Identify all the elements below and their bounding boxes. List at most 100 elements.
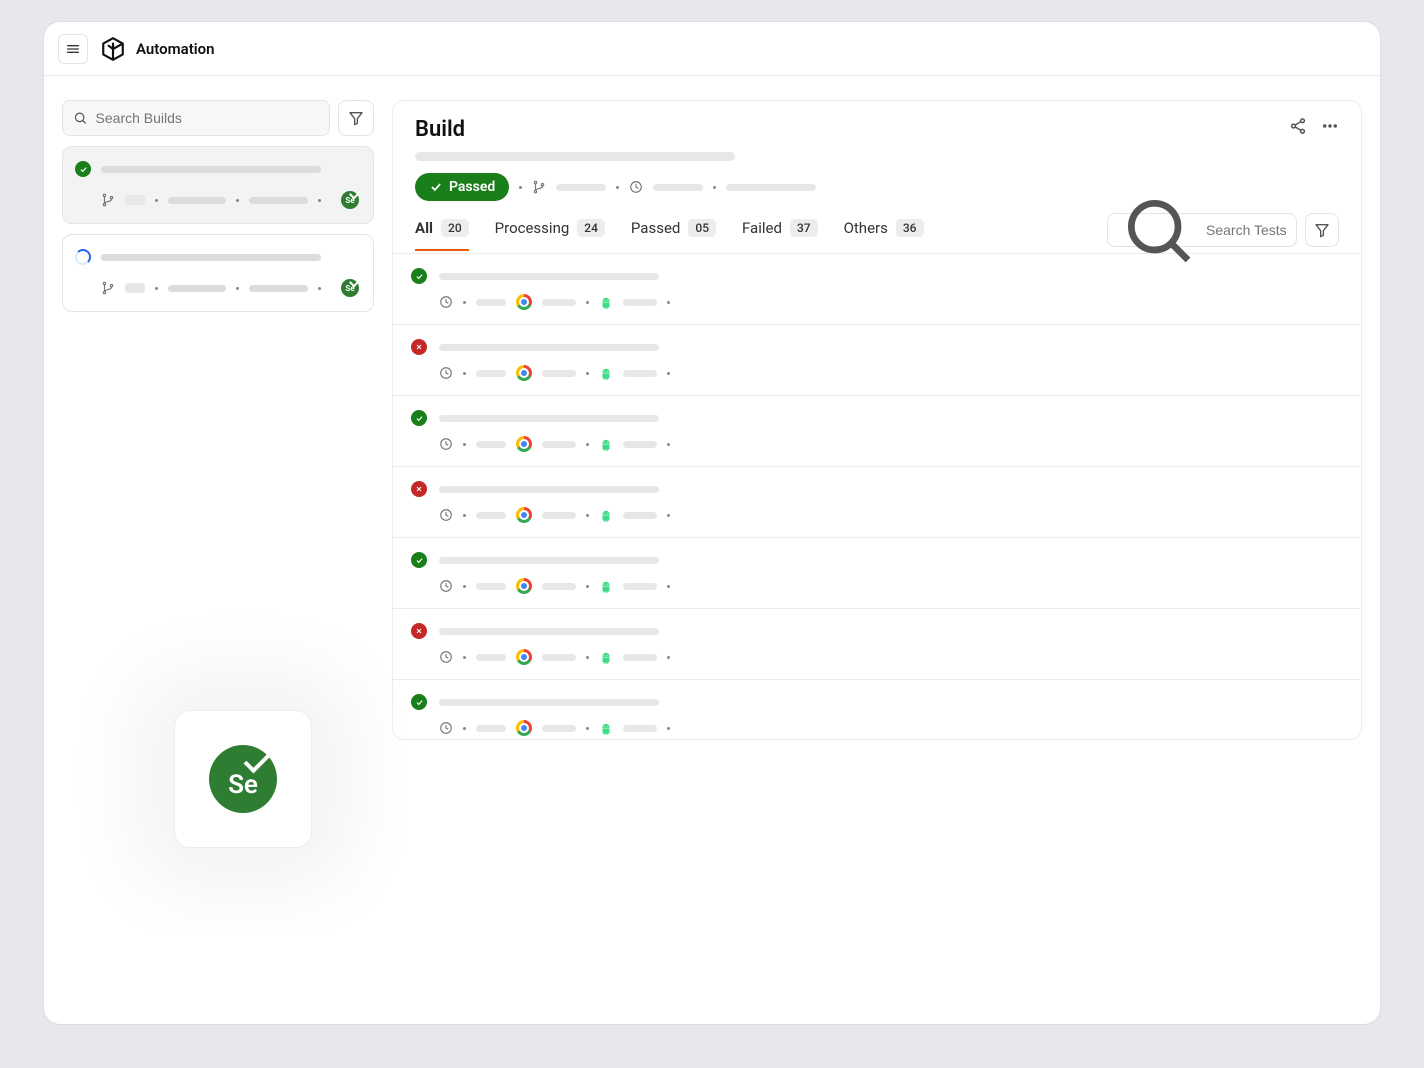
chrome-icon [516, 720, 532, 736]
chrome-icon [516, 649, 532, 665]
test-row-meta [411, 294, 1339, 310]
android-icon [599, 437, 613, 451]
placeholder-line [623, 441, 657, 448]
menu-toggle-button[interactable] [58, 34, 88, 64]
placeholder-line [476, 654, 506, 661]
test-row-header [411, 552, 1339, 568]
tests-filter-button[interactable] [1305, 213, 1339, 247]
android-icon [599, 721, 613, 735]
placeholder-line [653, 184, 703, 191]
separator-dot [519, 186, 522, 189]
branch-icon [101, 193, 115, 207]
clock-icon [439, 508, 453, 522]
separator-dot [586, 372, 589, 375]
placeholder-line [439, 486, 659, 493]
tabs-controls [1107, 207, 1339, 253]
separator-dot [667, 727, 670, 730]
placeholder-line [476, 583, 506, 590]
chrome-icon [516, 294, 532, 310]
test-row[interactable] [393, 609, 1361, 680]
test-row[interactable] [393, 538, 1361, 609]
placeholder-line [542, 654, 576, 661]
placeholder-line [249, 285, 308, 292]
builds-filter-button[interactable] [338, 100, 374, 136]
build-status-label: Passed [449, 179, 495, 195]
tab-label: Processing [495, 219, 570, 237]
test-row[interactable] [393, 467, 1361, 538]
test-row-meta [411, 436, 1339, 452]
test-row-meta [411, 720, 1339, 736]
builds-search[interactable] [62, 100, 330, 136]
status-passed-icon [75, 161, 91, 177]
app-title: Automation [136, 40, 215, 58]
placeholder-line [101, 166, 321, 173]
logo: Automation [100, 36, 215, 62]
placeholder-line [476, 299, 506, 306]
separator-dot [586, 443, 589, 446]
tab-processing[interactable]: Processing 24 [495, 209, 605, 251]
clock-icon [439, 437, 453, 451]
builds-search-input[interactable] [96, 110, 319, 126]
chrome-icon [516, 365, 532, 381]
separator-dot [463, 301, 466, 304]
status-failed-icon [411, 623, 427, 639]
test-row[interactable] [393, 254, 1361, 325]
placeholder-line [623, 512, 657, 519]
android-icon [599, 366, 613, 380]
build-card-meta: Se [75, 279, 359, 297]
android-icon [599, 508, 613, 522]
placeholder-line [439, 557, 659, 564]
placeholder-line [439, 415, 659, 422]
android-icon [599, 650, 613, 664]
share-icon[interactable] [1289, 117, 1307, 135]
separator-dot [586, 727, 589, 730]
test-row-meta [411, 649, 1339, 665]
tab-passed[interactable]: Passed 05 [631, 209, 716, 251]
separator-dot [236, 287, 239, 290]
tests-search-input[interactable] [1206, 222, 1286, 238]
test-row[interactable] [393, 325, 1361, 396]
tab-count-badge: 24 [577, 219, 605, 237]
placeholder-line [542, 441, 576, 448]
sidebar: Se Se [62, 100, 374, 1024]
separator-dot [463, 585, 466, 588]
separator-dot [155, 199, 158, 202]
build-meta-row: Passed [415, 173, 1339, 201]
status-passed-icon [411, 694, 427, 710]
build-card[interactable]: Se [62, 146, 374, 224]
build-card-meta: Se [75, 191, 359, 209]
builds-search-row [62, 100, 374, 136]
more-icon[interactable] [1321, 117, 1339, 135]
tab-all[interactable]: All20 [415, 209, 469, 251]
test-row[interactable] [393, 680, 1361, 739]
branch-icon [532, 180, 546, 194]
separator-dot [713, 186, 716, 189]
tests-search[interactable] [1107, 213, 1297, 247]
body: Se Se [44, 76, 1380, 1024]
clock-icon [439, 366, 453, 380]
status-failed-icon [411, 339, 427, 355]
placeholder-line [249, 197, 308, 204]
tabs: All20 Processing 24 Passed 05 Failed37 Others3… [415, 209, 924, 251]
tab-others[interactable]: Others36 [844, 209, 924, 251]
separator-dot [667, 585, 670, 588]
build-card[interactable]: Se [62, 234, 374, 312]
branch-icon [101, 281, 115, 295]
tab-failed[interactable]: Failed37 [742, 209, 818, 251]
placeholder-line [542, 583, 576, 590]
clock-icon [629, 180, 643, 194]
status-passed-icon [411, 410, 427, 426]
placeholder-line [623, 725, 657, 732]
placeholder-line [439, 628, 659, 635]
test-row[interactable] [393, 396, 1361, 467]
tab-label: Failed [742, 219, 782, 237]
build-status-pill: Passed [415, 173, 509, 201]
selenium-badge-icon: Se [341, 279, 359, 297]
tab-count-badge: 05 [688, 219, 716, 237]
tab-label: Passed [631, 219, 680, 237]
placeholder-line [623, 370, 657, 377]
clock-icon [439, 579, 453, 593]
separator-dot [463, 656, 466, 659]
separator-dot [667, 443, 670, 446]
separator-dot [667, 372, 670, 375]
